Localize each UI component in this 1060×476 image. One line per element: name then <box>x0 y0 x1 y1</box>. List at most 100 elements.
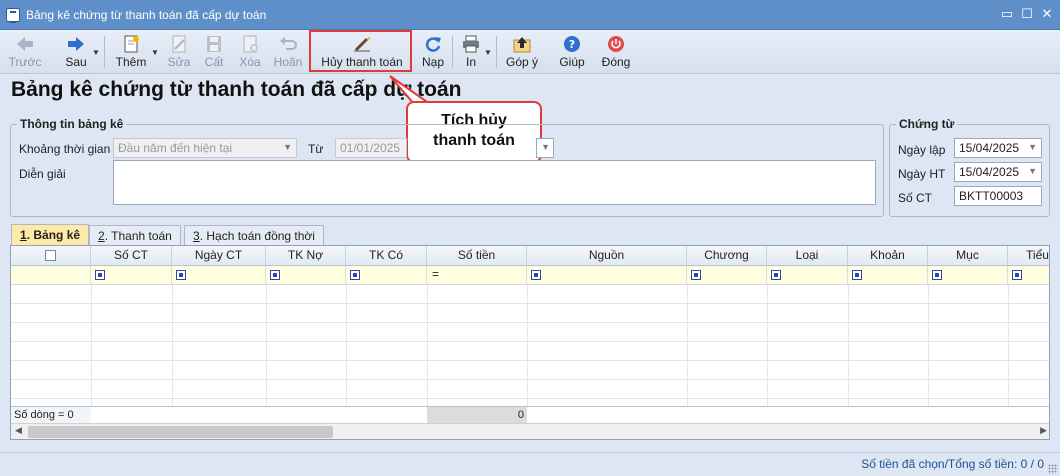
feedback-button[interactable]: Góp ý <box>503 30 541 72</box>
footer-cell <box>527 406 1049 423</box>
filter-icon[interactable] <box>691 270 701 280</box>
resize-grip-icon[interactable] <box>1048 464 1058 474</box>
cancel-payment-highlight <box>309 30 412 72</box>
table-row[interactable] <box>11 323 1049 342</box>
new-document-icon <box>121 35 141 53</box>
voucher-date-field[interactable]: 15/04/2025 ▼ <box>954 138 1042 158</box>
description-field[interactable] <box>113 160 876 205</box>
scroll-right-icon[interactable]: ▶ <box>1040 425 1047 436</box>
select-all-header[interactable] <box>11 246 91 266</box>
column-header[interactable]: Chương <box>687 246 767 266</box>
close-icon[interactable]: ✕ <box>1040 7 1054 22</box>
maximize-icon[interactable]: ☐ <box>1020 7 1034 22</box>
filter-cell[interactable] <box>527 266 687 285</box>
column-header[interactable]: Ngày CT <box>172 246 266 266</box>
delete-icon <box>240 35 260 53</box>
filter-cell[interactable] <box>687 266 767 285</box>
close-button[interactable]: Đóng <box>598 30 634 72</box>
filter-cell[interactable] <box>346 266 427 285</box>
edit-button[interactable]: Sửa <box>164 30 194 72</box>
table-row[interactable] <box>11 342 1049 361</box>
table-row[interactable] <box>11 304 1049 323</box>
column-header[interactable]: Mục <box>928 246 1008 266</box>
post-date-field[interactable]: 15/04/2025 ▼ <box>954 162 1042 182</box>
toolbar-separator <box>104 36 105 68</box>
column-header[interactable]: TK Nợ <box>266 246 346 266</box>
column-header[interactable]: Khoản <box>848 246 928 266</box>
filter-icon[interactable] <box>95 270 105 280</box>
tab-payment[interactable]: 2. Thanh toán <box>89 225 181 245</box>
filter-icon[interactable] <box>771 270 781 280</box>
column-divider <box>427 285 428 406</box>
filter-cell[interactable] <box>767 266 848 285</box>
column-header[interactable]: Nguồn <box>527 246 687 266</box>
table-row[interactable] <box>11 361 1049 380</box>
select-all-checkbox[interactable] <box>45 250 56 262</box>
toolbar-separator <box>452 36 453 68</box>
table-row[interactable] <box>11 380 1049 399</box>
equals-filter[interactable]: = <box>432 267 439 281</box>
horizontal-scrollbar[interactable]: ◀ ▶ <box>11 423 1049 439</box>
chevron-down-icon: ▼ <box>541 142 550 152</box>
add-button[interactable]: Thêm <box>112 30 150 72</box>
voucher-number-field[interactable]: BKTT00003 <box>954 186 1042 206</box>
add-dropdown-icon[interactable]: ▼ <box>151 48 159 57</box>
voucher-date-label: Ngày lập <box>898 143 946 157</box>
filter-cell[interactable] <box>848 266 928 285</box>
column-divider <box>346 285 347 406</box>
column-divider <box>172 285 173 406</box>
filter-icon[interactable] <box>176 270 186 280</box>
reload-button[interactable]: Nạp <box>418 30 448 72</box>
filter-cell[interactable] <box>91 266 172 285</box>
filter-icon[interactable] <box>531 270 541 280</box>
column-divider <box>1008 285 1009 406</box>
delete-button[interactable]: Xóa <box>234 30 266 72</box>
to-date-dropdown[interactable]: ▼ <box>536 138 554 158</box>
next-button[interactable]: Sau <box>60 30 92 72</box>
next-dropdown-icon[interactable]: ▼ <box>92 48 100 57</box>
filter-cell[interactable] <box>266 266 346 285</box>
filter-cell[interactable] <box>1008 266 1049 285</box>
voucher-group-title: Chứng từ <box>896 117 958 131</box>
filter-icon[interactable] <box>1012 270 1022 280</box>
print-button[interactable]: In <box>458 30 484 72</box>
arrow-right-icon <box>66 35 86 53</box>
filter-icon[interactable] <box>852 270 862 280</box>
filter-cell[interactable] <box>928 266 1008 285</box>
column-header[interactable]: Tiểu <box>1008 246 1049 266</box>
filter-icon[interactable] <box>350 270 360 280</box>
tab-accounting[interactable]: 3. Hạch toán đồng thời <box>184 225 324 245</box>
column-header[interactable]: TK Có <box>346 246 427 266</box>
filter-cell[interactable] <box>172 266 266 285</box>
undo-icon <box>278 35 298 53</box>
chevron-down-icon: ▼ <box>1028 166 1037 176</box>
undo-button[interactable]: Hoãn <box>270 30 306 72</box>
print-dropdown-icon[interactable]: ▼ <box>484 48 492 57</box>
filter-cell[interactable]: = <box>427 266 527 285</box>
title-bar: Bảng kê chứng từ thanh toán đã cấp dự to… <box>0 0 1060 30</box>
minimize-icon[interactable]: ▭ <box>1000 7 1014 22</box>
scroll-left-icon[interactable]: ◀ <box>15 425 22 436</box>
arrow-left-icon <box>15 35 35 53</box>
table-row[interactable] <box>11 285 1049 304</box>
from-label: Từ <box>308 142 324 156</box>
scroll-thumb[interactable] <box>28 426 333 438</box>
column-header[interactable]: Loại <box>767 246 848 266</box>
from-date-field[interactable]: 01/01/2025 <box>335 138 407 158</box>
description-label: Diễn giải <box>19 167 66 181</box>
column-divider <box>687 285 688 406</box>
tab-list[interactable]: 1. Bảng kê <box>11 224 90 245</box>
column-header[interactable]: Số tiền <box>427 246 527 266</box>
period-select[interactable]: Đầu năm đến hiện tại ▼ <box>113 138 297 158</box>
filter-icon[interactable] <box>932 270 942 280</box>
save-icon <box>204 35 224 53</box>
printer-icon <box>461 35 481 53</box>
status-bar: Số tiền đã chọn/Tổng số tiền: 0 / 0 <box>0 452 1060 476</box>
help-button[interactable]: ? Giúp <box>556 30 588 72</box>
save-button[interactable]: Cất <box>198 30 230 72</box>
info-group-title: Thông tin bảng kê <box>17 117 127 131</box>
prev-button[interactable]: Trước <box>6 30 44 72</box>
filter-icon[interactable] <box>270 270 280 280</box>
column-header[interactable]: Số CT <box>91 246 172 266</box>
power-icon <box>606 35 626 53</box>
